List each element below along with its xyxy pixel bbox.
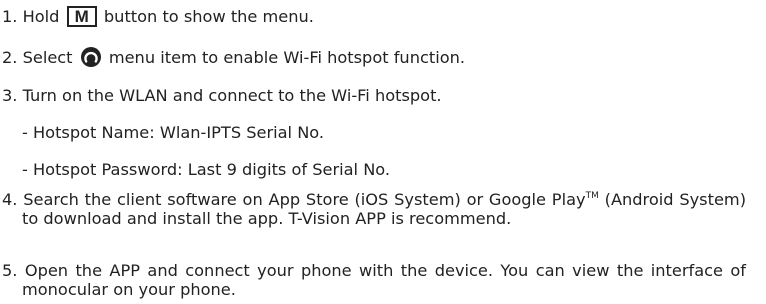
- step-1: 1. Hold M button to show the menu.: [2, 6, 314, 27]
- step-4-text-part1: 4. Search the client software on App Sto…: [2, 190, 586, 209]
- step-4: 4. Search the client software on App Sto…: [2, 190, 746, 228]
- step-5-text: 5. Open the APP and connect your phone w…: [2, 261, 746, 299]
- instruction-document: 1. Hold M button to show the menu. 2. Se…: [0, 0, 766, 304]
- hotspot-name-line: - Hotspot Name: Wlan-IPTS Serial No.: [22, 123, 325, 142]
- step-5: 5. Open the APP and connect your phone w…: [2, 261, 746, 299]
- step-2-suffix: menu item to enable Wi-Fi hotspot functi…: [103, 48, 466, 67]
- step-1-prefix: 1. Hold: [2, 7, 65, 26]
- step-2: 2. Select menu item to enable Wi-Fi hots…: [2, 46, 465, 68]
- trademark-mark: TM: [585, 191, 599, 201]
- step-2-prefix: 2. Select: [2, 48, 78, 67]
- m-key-icon: M: [66, 6, 97, 27]
- step-1-suffix: button to show the menu.: [98, 7, 314, 26]
- hotspot-password-line: - Hotspot Password: Last 9 digits of Ser…: [22, 160, 391, 179]
- step-3: 3. Turn on the WLAN and connect to the W…: [2, 86, 442, 105]
- wifi-hotspot-icon: [80, 46, 102, 68]
- step-4-text: 4. Search the client software on App Sto…: [2, 190, 746, 228]
